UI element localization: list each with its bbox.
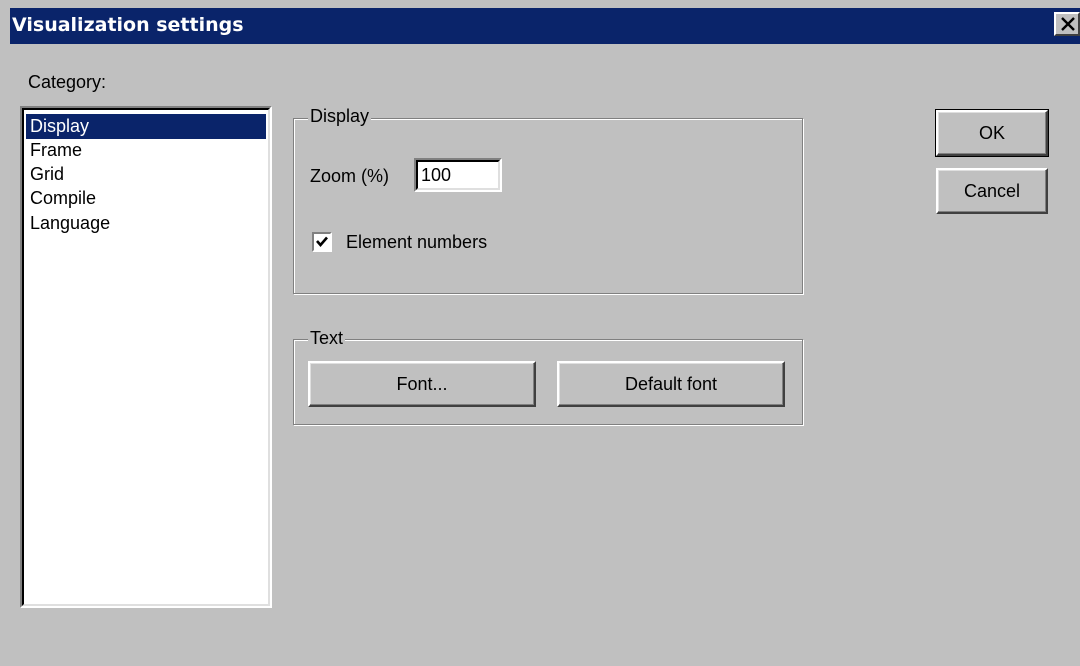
display-groupbox: [293, 118, 803, 294]
category-item-grid[interactable]: Grid: [26, 161, 266, 187]
ok-button[interactable]: OK: [935, 109, 1049, 157]
category-listbox[interactable]: Display Frame Grid Compile Language: [20, 106, 272, 608]
category-list: Display Frame Grid Compile Language: [22, 108, 270, 606]
category-item-display[interactable]: Display: [26, 114, 266, 139]
font-button[interactable]: Font...: [308, 361, 536, 407]
display-group-legend: Display: [308, 106, 372, 127]
category-item-language[interactable]: Language: [26, 210, 266, 236]
default-font-button[interactable]: Default font: [557, 361, 785, 407]
close-button[interactable]: [1054, 12, 1080, 36]
zoom-field[interactable]: [414, 158, 502, 192]
visualization-settings-dialog: Visualization settings Category: Display…: [0, 0, 1080, 666]
text-group-legend: Text: [308, 328, 346, 349]
window-title: Visualization settings: [12, 14, 244, 36]
title-bar[interactable]: Visualization settings: [10, 8, 1080, 44]
category-item-compile[interactable]: Compile: [26, 187, 266, 210]
category-item-frame[interactable]: Frame: [26, 139, 266, 161]
close-icon: [1061, 17, 1075, 31]
category-label: Category:: [28, 72, 107, 92]
checkmark-icon: [316, 236, 328, 247]
zoom-label: Zoom (%): [310, 166, 390, 186]
element-numbers-checkbox[interactable]: [312, 232, 332, 252]
zoom-input[interactable]: [416, 160, 500, 190]
element-numbers-label[interactable]: Element numbers: [346, 232, 487, 253]
cancel-button[interactable]: Cancel: [936, 168, 1048, 214]
